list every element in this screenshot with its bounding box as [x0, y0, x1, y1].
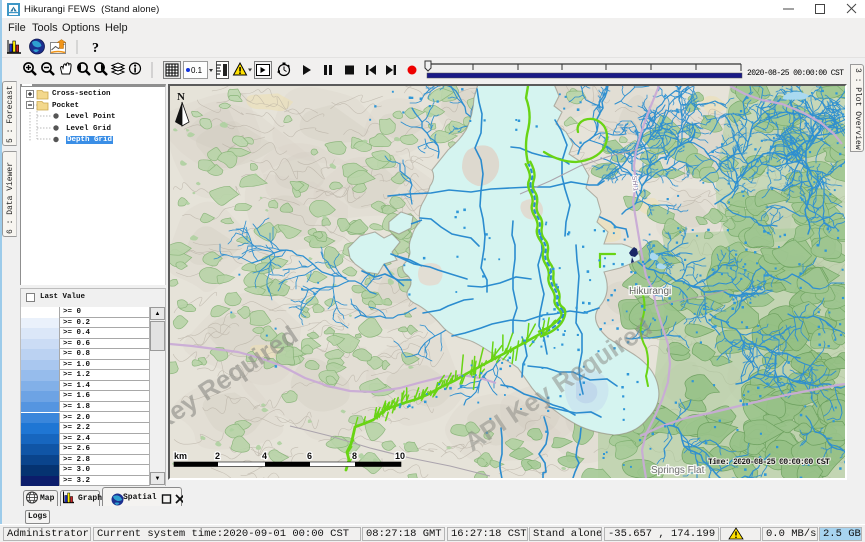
- svg-text:km: km: [174, 451, 187, 461]
- svg-text:10: 10: [395, 451, 405, 461]
- svg-text:Springs Flat: Springs Flat: [651, 465, 705, 476]
- svg-text:8: 8: [352, 451, 357, 461]
- svg-text:0.1: 0.1: [191, 66, 203, 75]
- svg-text:2020-08-25 00:00:00 CST: 2020-08-25 00:00:00 CST: [747, 69, 844, 78]
- svg-text:N: N: [177, 91, 185, 103]
- svg-text:Hikurangi: Hikurangi: [629, 286, 671, 297]
- svg-text:2: 2: [215, 451, 220, 461]
- svg-text:?: ?: [92, 41, 99, 56]
- svg-text:Time: 2020-08-25 00:00:00 CST: Time: 2020-08-25 00:00:00 CST: [708, 457, 830, 467]
- svg-text:6: 6: [307, 451, 312, 461]
- svg-text:4: 4: [262, 451, 267, 461]
